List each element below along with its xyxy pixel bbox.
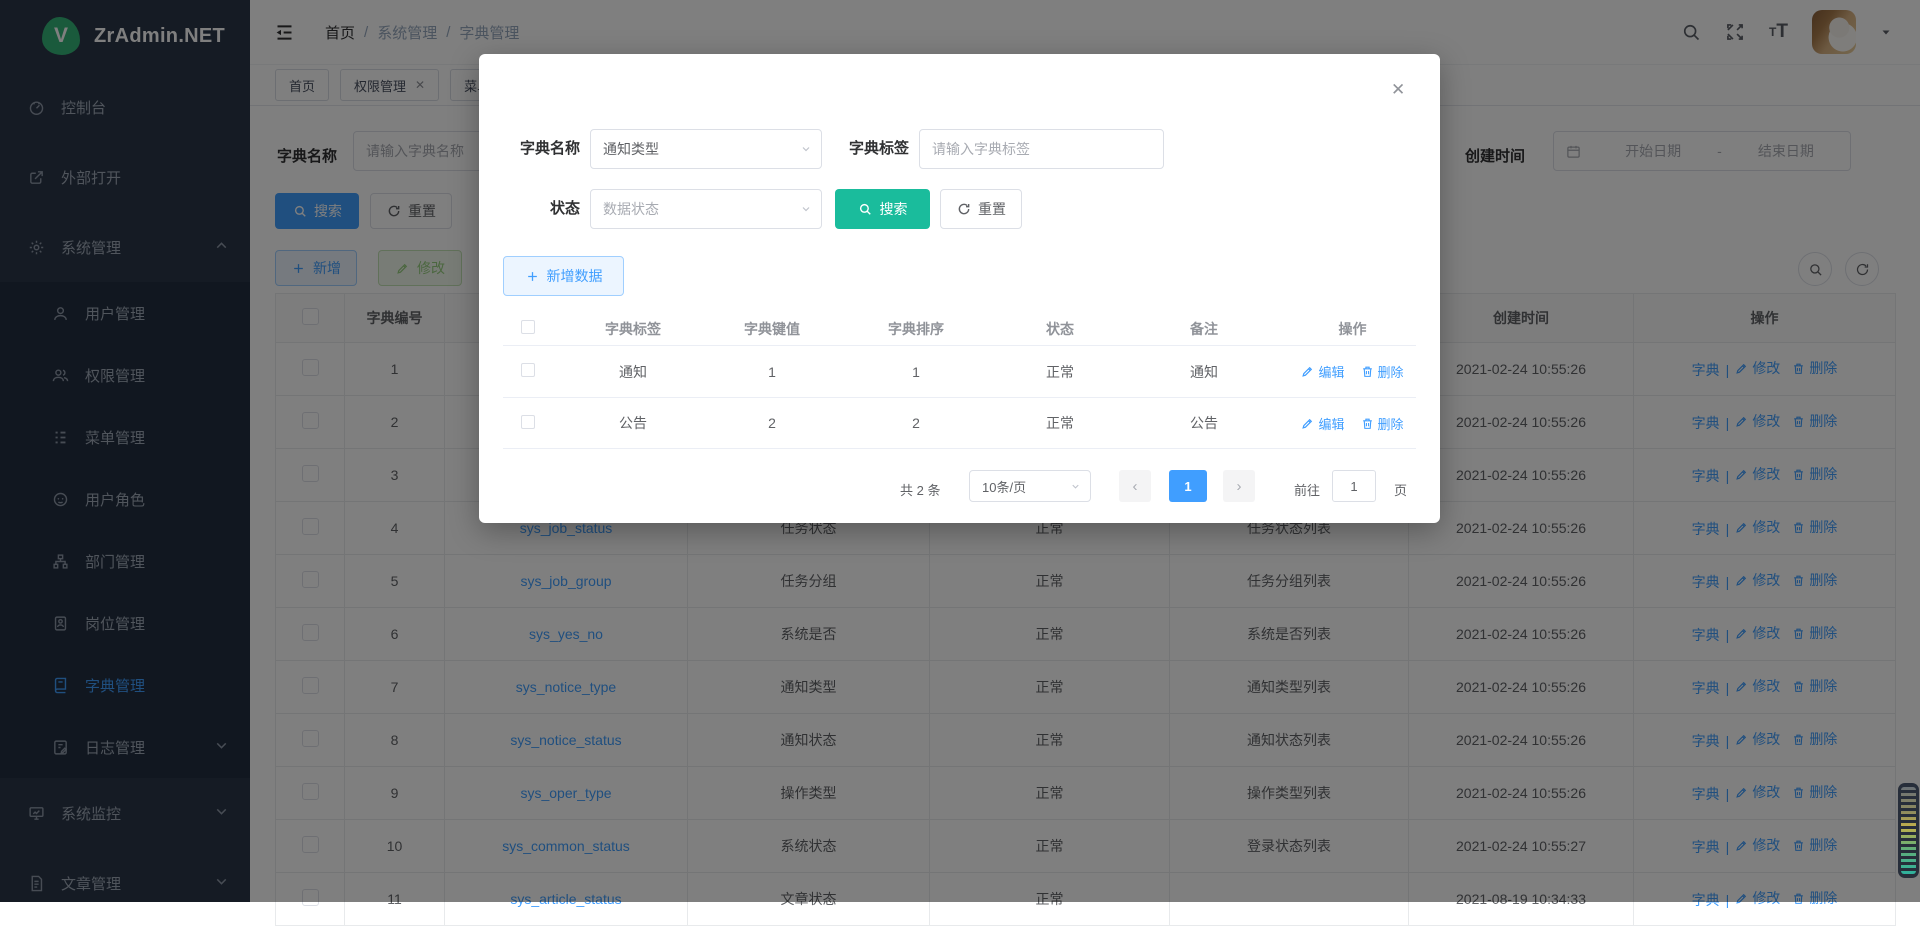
- cell-status: 正常: [1001, 413, 1119, 433]
- current-page[interactable]: 1: [1169, 470, 1207, 502]
- modal-dict-label-label: 字典标签: [835, 129, 909, 169]
- delete-link[interactable]: 删除: [1361, 362, 1404, 381]
- chevron-down-icon: [800, 143, 812, 155]
- modal-table-row: 公告22正常公告编辑删除: [503, 397, 1416, 449]
- dict-data-modal: ✕ 字典名称 通知类型 字典标签 状态 数据状态 搜索 重置 新增数据 字典标签…: [479, 54, 1440, 523]
- page-size-select[interactable]: 10条/页: [969, 470, 1091, 502]
- cell-operations: 编辑删除: [1289, 362, 1416, 381]
- modal-search-button[interactable]: 搜索: [835, 189, 930, 229]
- modal-add-data-button[interactable]: 新增数据: [503, 256, 624, 296]
- pencil-icon: [1301, 365, 1314, 378]
- chevron-down-icon: [800, 203, 812, 215]
- modal-dict-label-input[interactable]: [919, 129, 1164, 169]
- search-icon: [858, 202, 873, 216]
- edit-link[interactable]: 编辑: [1301, 414, 1344, 433]
- row-checkbox[interactable]: [521, 415, 535, 429]
- row-checkbox[interactable]: [521, 363, 535, 377]
- cell-status: 正常: [1001, 362, 1119, 382]
- modal-column-header: 操作: [1289, 319, 1416, 339]
- modal-column-header: 字典排序: [831, 319, 1001, 339]
- modal-table-header: 字典标签字典键值字典排序状态备注操作: [503, 312, 1416, 345]
- cell-dict-sort: 1: [831, 364, 1001, 380]
- cell-dict-label: 通知: [553, 362, 713, 382]
- modal-column-header: 状态: [1001, 319, 1119, 339]
- cell-dict-value: 2: [713, 415, 831, 431]
- goto-page-input[interactable]: [1332, 470, 1376, 502]
- cell-dict-label: 公告: [553, 413, 713, 433]
- modal-table-row: 通知11正常通知编辑删除: [503, 345, 1416, 397]
- modal-status-label: 状态: [485, 189, 580, 229]
- dict-data-table: 字典标签字典键值字典排序状态备注操作通知11正常通知编辑删除公告22正常公告编辑…: [503, 312, 1416, 449]
- select-all-checkbox[interactable]: [521, 320, 535, 334]
- cell-dict-sort: 2: [831, 415, 1001, 431]
- scrollbar-thumb[interactable]: [1898, 783, 1919, 878]
- modal-dict-name-select[interactable]: 通知类型: [590, 129, 822, 169]
- scrollbar-stripes: [1901, 787, 1916, 874]
- prev-page-button[interactable]: ‹: [1119, 470, 1151, 502]
- refresh-icon: [956, 202, 971, 216]
- plus-icon: [525, 270, 540, 283]
- delete-link[interactable]: 删除: [1361, 414, 1404, 433]
- cell-remark: 公告: [1119, 413, 1289, 433]
- modal-reset-button[interactable]: 重置: [940, 189, 1022, 229]
- cell-operations: 编辑删除: [1289, 414, 1416, 433]
- cell-remark: 通知: [1119, 362, 1289, 382]
- cell-dict-value: 1: [713, 364, 831, 380]
- chevron-down-icon: [1070, 481, 1081, 492]
- modal-column-header: 备注: [1119, 319, 1289, 339]
- pencil-icon: [1301, 417, 1314, 430]
- page-unit-label: 页: [1394, 480, 1407, 499]
- edit-link[interactable]: 编辑: [1301, 362, 1344, 381]
- close-icon[interactable]: ✕: [1391, 80, 1405, 100]
- modal-column-header: 字典标签: [553, 319, 713, 339]
- modal-column-header: 字典键值: [713, 319, 831, 339]
- trash-icon: [1361, 365, 1374, 378]
- modal-dict-name-label: 字典名称: [485, 129, 580, 169]
- goto-label: 前往: [1294, 480, 1320, 499]
- modal-status-select[interactable]: 数据状态: [590, 189, 822, 229]
- pagination-total: 共 2 条: [900, 480, 940, 499]
- next-page-button[interactable]: ›: [1223, 470, 1255, 502]
- trash-icon: [1361, 417, 1374, 430]
